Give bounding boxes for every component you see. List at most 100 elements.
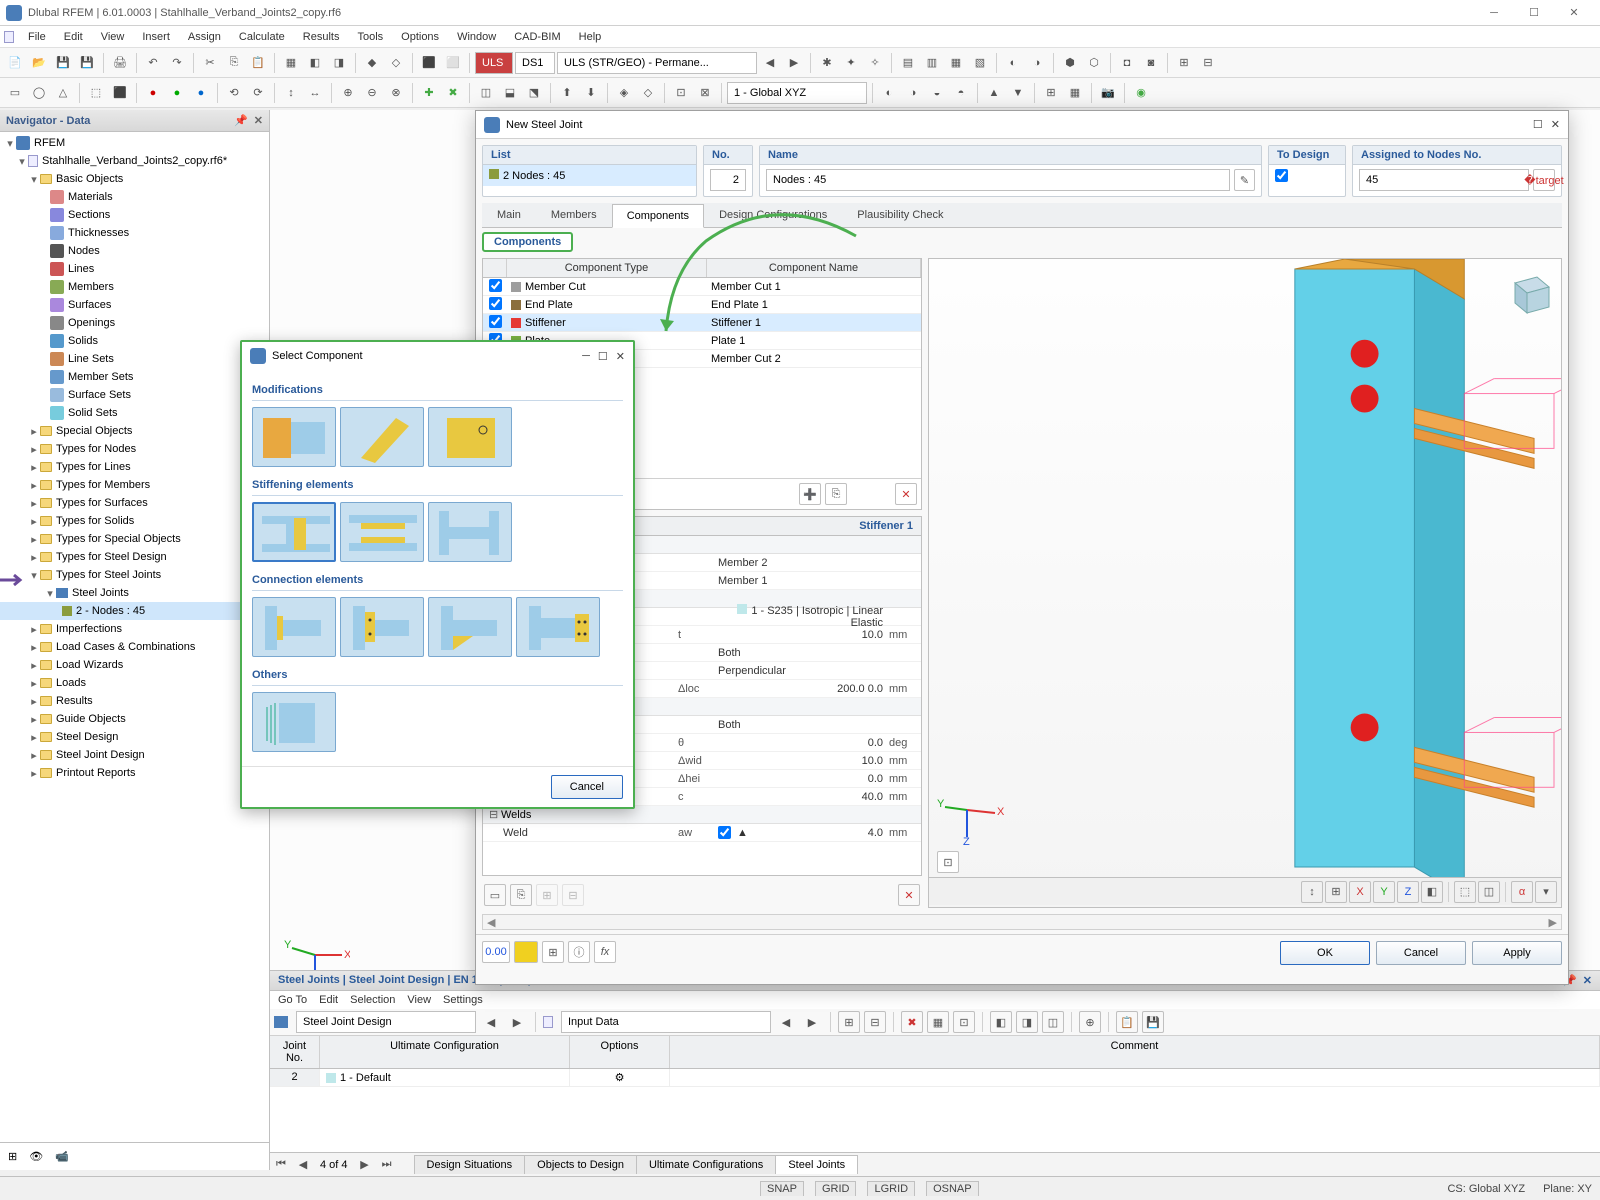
edit-icon[interactable]: ✎: [1234, 169, 1255, 191]
sjp-icon[interactable]: ⊟: [864, 1011, 886, 1033]
tb-icon[interactable]: ✱: [816, 52, 838, 74]
tab-plausibility[interactable]: Plausibility Check: [842, 203, 958, 227]
tb-icon[interactable]: ⬆: [556, 82, 578, 104]
tb-grid-icon[interactable]: ▦: [280, 52, 302, 74]
tree-folder[interactable]: ▸Load Cases & Combinations: [0, 638, 269, 656]
thumb-connection-4[interactable]: [516, 597, 600, 657]
tree-folder[interactable]: ▸Guide Objects: [0, 710, 269, 728]
pick-icon[interactable]: �target: [1533, 169, 1555, 191]
thumb-stiffener-1[interactable]: [252, 502, 336, 562]
tb-copy-icon[interactable]: ⎘: [223, 52, 245, 74]
nav-eye-icon[interactable]: 👁: [29, 1150, 43, 1163]
tree-steel-joint-item[interactable]: 2 - Nodes : 45: [76, 605, 145, 617]
last-icon[interactable]: ⏭: [376, 1154, 398, 1176]
scrollbar-left-icon[interactable]: ◀: [487, 916, 495, 929]
btab-objects[interactable]: Objects to Design: [524, 1155, 637, 1174]
tree-folder[interactable]: ▸Types for Nodes: [0, 440, 269, 458]
tb-icon[interactable]: ◐: [1002, 52, 1024, 74]
pin-icon[interactable]: 📌: [234, 114, 248, 127]
sjp-icon[interactable]: 💾: [1142, 1011, 1164, 1033]
tb-icon[interactable]: ⊞: [1173, 52, 1195, 74]
close-icon[interactable]: ✕: [1583, 974, 1592, 987]
no-input[interactable]: 2: [710, 169, 746, 191]
tb-cut-icon[interactable]: ✂: [199, 52, 221, 74]
maximize-button[interactable]: ☐: [1514, 0, 1554, 26]
apply-button[interactable]: Apply: [1472, 941, 1562, 965]
tb-camera-icon[interactable]: 📷: [1097, 82, 1119, 104]
tb-next-icon[interactable]: ▶: [783, 52, 805, 74]
sjp-goto[interactable]: Go To: [278, 994, 307, 1006]
tree-project[interactable]: Stahlhalle_Verband_Joints2_copy.rf6*: [42, 155, 227, 167]
component-checkbox[interactable]: [489, 297, 502, 310]
vp-y-icon[interactable]: Y: [1373, 881, 1395, 903]
tb-icon[interactable]: ⊟: [1197, 52, 1219, 74]
new-icon[interactable]: ▭: [484, 884, 506, 906]
menu-window[interactable]: Window: [449, 29, 504, 45]
tree-item[interactable]: Thicknesses: [0, 224, 269, 242]
sjp-icon[interactable]: ▦: [927, 1011, 949, 1033]
vp-icon[interactable]: ⬚: [1454, 881, 1476, 903]
tb-icon[interactable]: ⟳: [247, 82, 269, 104]
tb-icon[interactable]: ⬡: [1083, 52, 1105, 74]
vp-icon[interactable]: ↕: [1301, 881, 1323, 903]
tb-icon[interactable]: ◯: [28, 82, 50, 104]
tree-folder[interactable]: ▸Types for Solids: [0, 512, 269, 530]
name-input[interactable]: Nodes : 45: [766, 169, 1230, 191]
sjp-combo1[interactable]: Steel Joint Design: [296, 1011, 476, 1033]
3d-viewport[interactable]: XYZ ⊡: [929, 259, 1561, 877]
thumb-other-1[interactable]: [252, 692, 336, 752]
menu-insert[interactable]: Insert: [134, 29, 178, 45]
prop-checkbox[interactable]: [718, 826, 731, 839]
status-lgrid[interactable]: LGRID: [867, 1181, 915, 1196]
ok-button[interactable]: OK: [1280, 941, 1370, 965]
cancel-button[interactable]: Cancel: [1376, 941, 1466, 965]
tb-icon[interactable]: ●: [166, 82, 188, 104]
assigned-input[interactable]: 45: [1359, 169, 1529, 191]
tree-folder[interactable]: ▸Special Objects: [0, 422, 269, 440]
sjp-icon[interactable]: ⊕: [1079, 1011, 1101, 1033]
sjp-icon[interactable]: ◫: [1042, 1011, 1064, 1033]
tb-icon[interactable]: ◇: [385, 52, 407, 74]
tree-folder[interactable]: ▾Types for Steel Joints: [0, 566, 269, 584]
tree-folder[interactable]: ▸Types for Special Objects: [0, 530, 269, 548]
nav-cam-icon[interactable]: 📹: [55, 1150, 69, 1163]
tree-folder[interactable]: ▸Loads: [0, 674, 269, 692]
tree-folder[interactable]: ▸Types for Surfaces: [0, 494, 269, 512]
vp-x-icon[interactable]: X: [1349, 881, 1371, 903]
tab-main[interactable]: Main: [482, 203, 536, 227]
thumb-stiffener-2[interactable]: [340, 502, 424, 562]
scrollbar-right-icon[interactable]: ▶: [1549, 916, 1557, 929]
sjp-next-icon[interactable]: ▶: [506, 1011, 528, 1033]
tree-folder[interactable]: ▸Steel Design: [0, 728, 269, 746]
sjp-icon[interactable]: 📋: [1116, 1011, 1138, 1033]
tree-item[interactable]: Openings: [0, 314, 269, 332]
sjp-prev-icon[interactable]: ◀: [775, 1011, 797, 1033]
prop-row[interactable]: Weldaw▲4.0mm: [483, 824, 921, 842]
minimize-button[interactable]: ─: [1474, 0, 1514, 26]
tb-icon[interactable]: ◨: [328, 52, 350, 74]
script-icon[interactable]: fx: [594, 941, 616, 963]
sjp-combo2[interactable]: Input Data: [561, 1011, 771, 1033]
cancel-button[interactable]: Cancel: [551, 775, 623, 799]
copy-icon[interactable]: ⎘: [825, 483, 847, 505]
tb-icon[interactable]: ◙: [1140, 52, 1162, 74]
maximize-icon[interactable]: ☐: [1533, 118, 1543, 131]
btab-steel-joints[interactable]: Steel Joints: [775, 1155, 858, 1174]
tb-icon[interactable]: ⊕: [337, 82, 359, 104]
color-icon[interactable]: [514, 941, 538, 963]
uls-badge[interactable]: ULS: [475, 52, 513, 74]
to-design-checkbox[interactable]: [1275, 169, 1288, 182]
sjp-view[interactable]: View: [407, 994, 431, 1006]
tb-new-icon[interactable]: 📄: [4, 52, 26, 74]
tb-icon[interactable]: ⬓: [499, 82, 521, 104]
tree-item[interactable]: Nodes: [0, 242, 269, 260]
tb-prev-icon[interactable]: ◀: [759, 52, 781, 74]
maximize-icon[interactable]: ☐: [598, 350, 608, 363]
vp-icon[interactable]: ▾: [1535, 881, 1557, 903]
component-row[interactable]: StiffenerStiffener 1: [483, 314, 921, 332]
tree-basic-objects[interactable]: Basic Objects: [56, 173, 123, 185]
tb-icon[interactable]: ▼: [1007, 82, 1029, 104]
tree-folder[interactable]: ▸Imperfections: [0, 620, 269, 638]
close-icon[interactable]: ✕: [254, 114, 263, 127]
tree-folder[interactable]: ▸Steel Joint Design: [0, 746, 269, 764]
